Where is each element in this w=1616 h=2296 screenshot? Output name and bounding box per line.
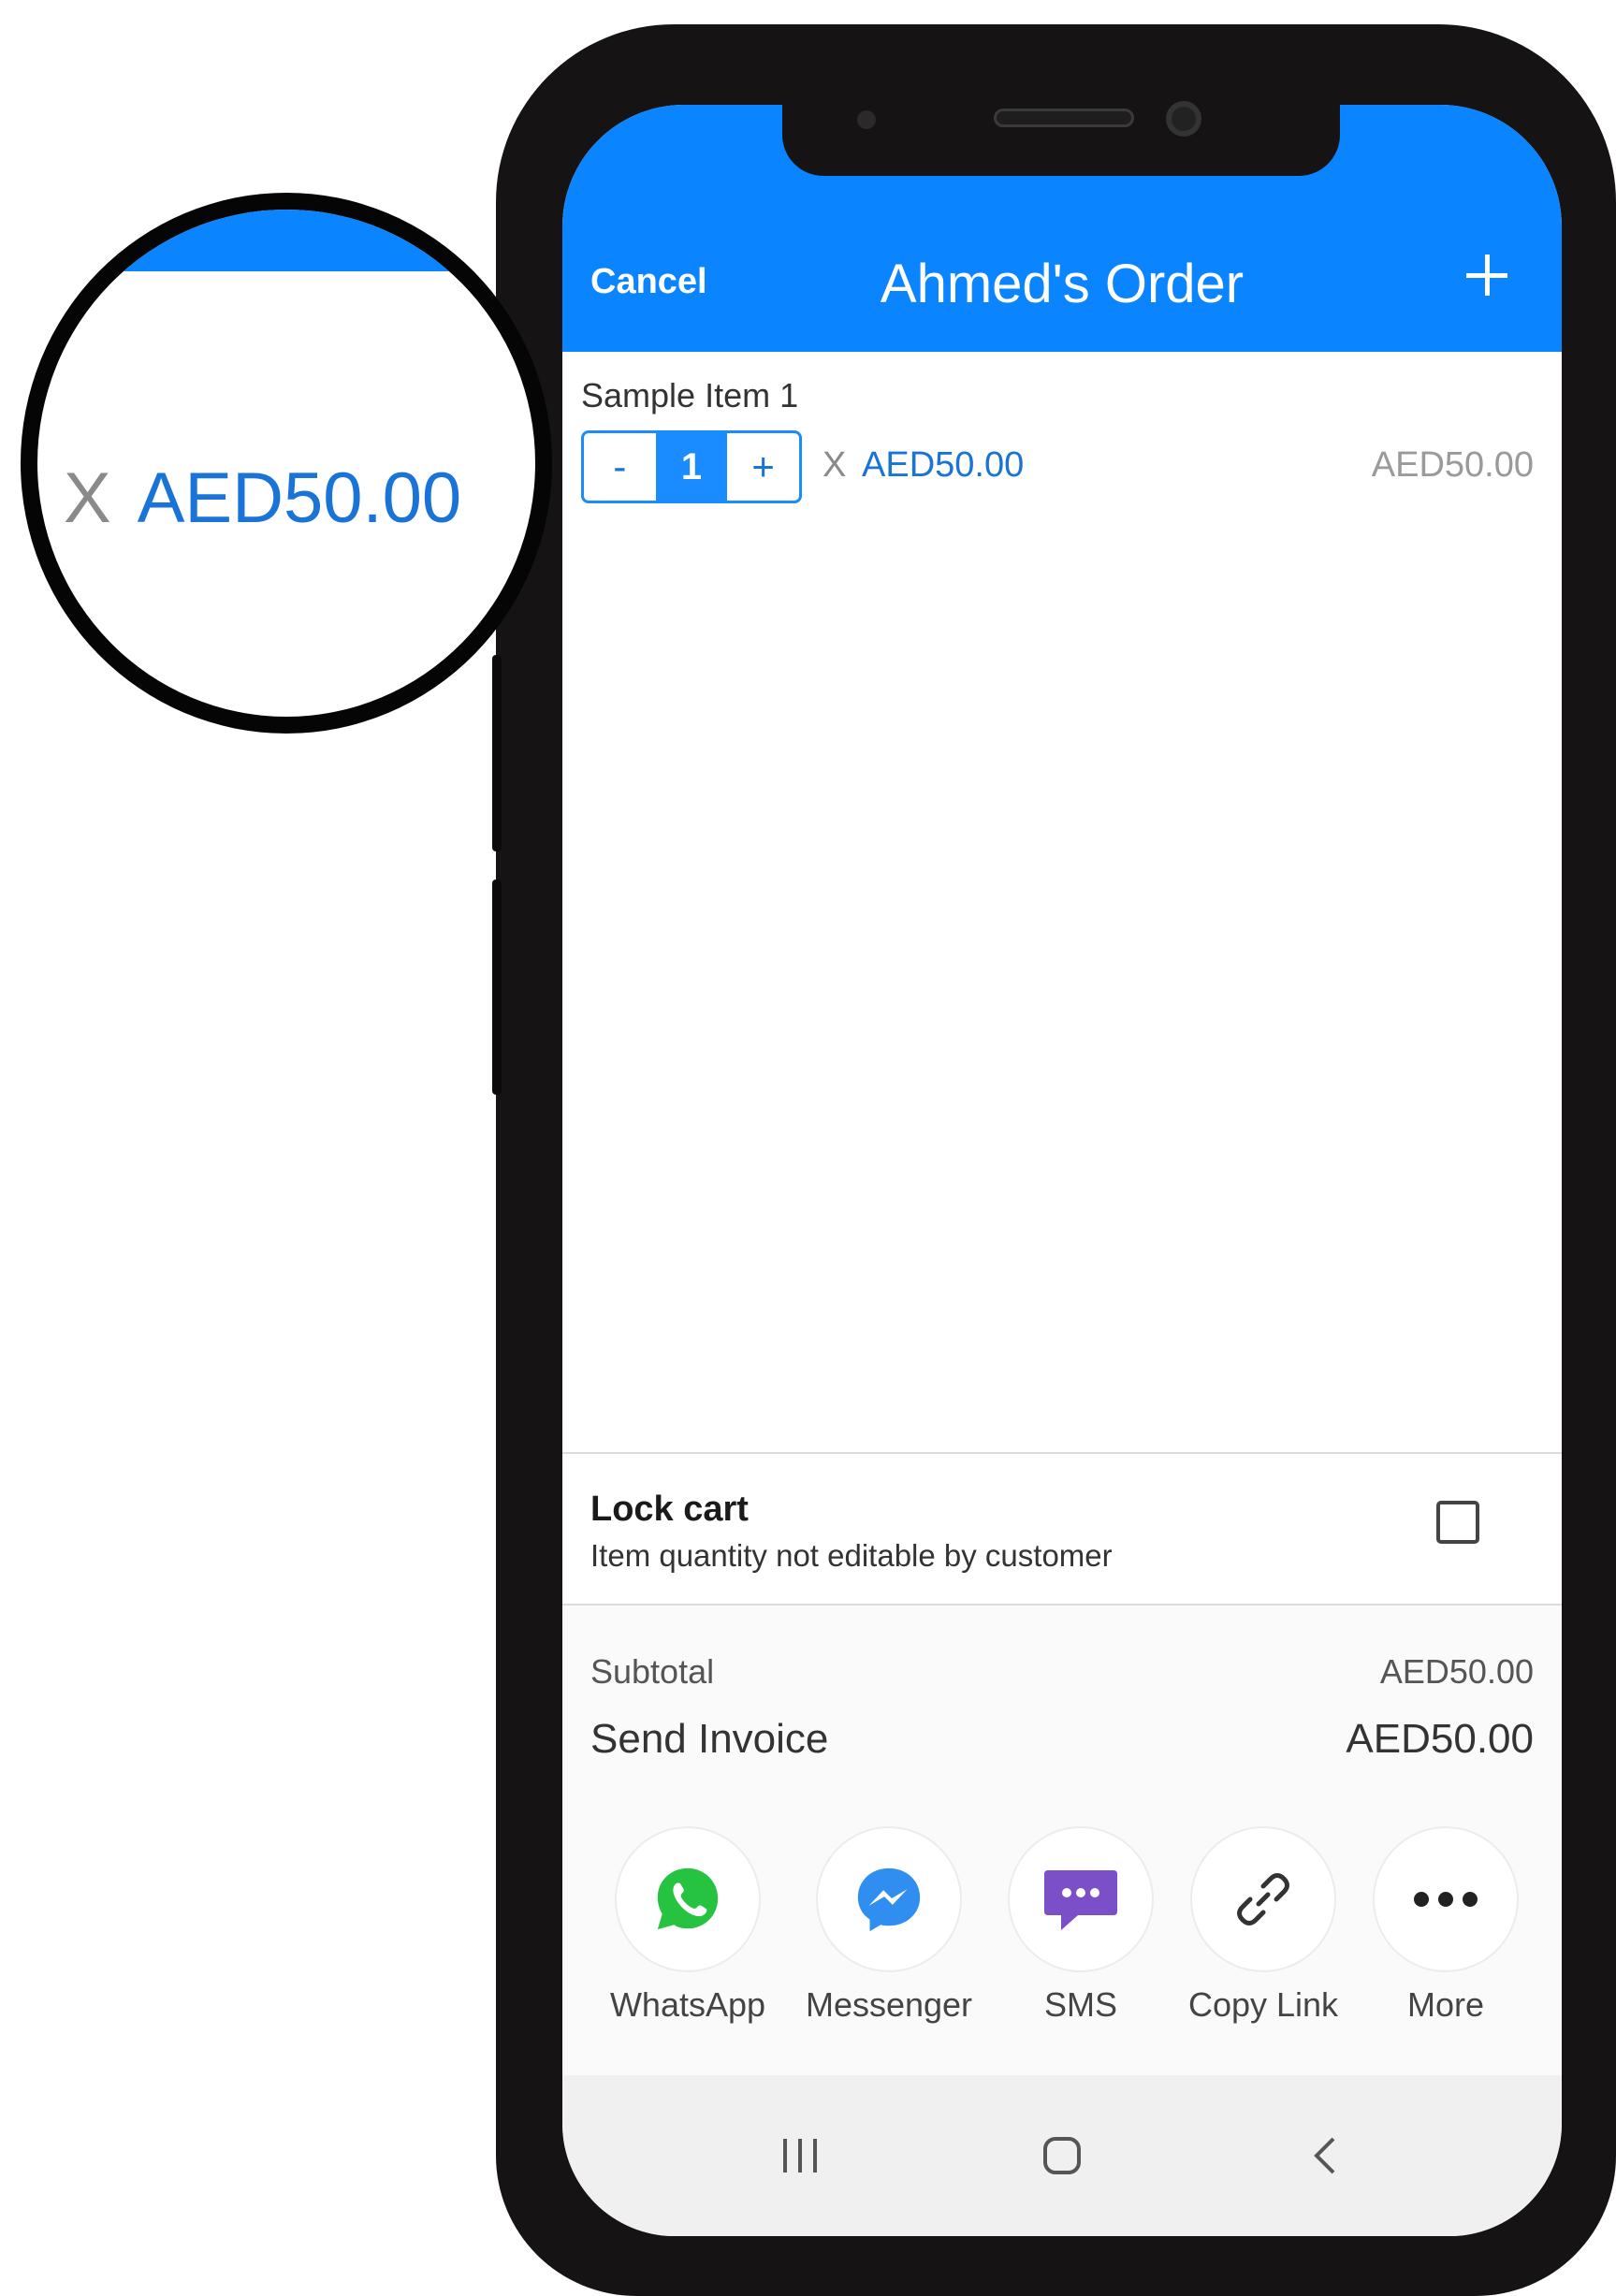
decrease-button[interactable]: - bbox=[584, 433, 656, 501]
share-circle bbox=[1190, 1826, 1336, 1972]
zoomed-multiply-symbol: X bbox=[64, 458, 111, 538]
increase-button[interactable]: + bbox=[727, 433, 799, 501]
share-sms-button[interactable]: SMS bbox=[987, 1826, 1174, 2025]
share-label: SMS bbox=[1043, 1985, 1117, 2024]
zoom-callout: X AED50.00 bbox=[21, 193, 552, 734]
home-icon[interactable] bbox=[1025, 2126, 1099, 2186]
sensor-dot bbox=[857, 110, 876, 129]
checkout-panel: Subtotal AED50.00 Send Invoice AED50.00 … bbox=[562, 1606, 1562, 2075]
quantity-value[interactable]: 1 bbox=[655, 433, 728, 501]
send-invoice-label: Send Invoice bbox=[590, 1716, 829, 1762]
share-circle bbox=[615, 1826, 761, 1972]
scene: Cancel Ahmed's Order Sample Item 1 - 1 +… bbox=[0, 0, 1616, 2296]
invoice-total: AED50.00 bbox=[1346, 1716, 1534, 1762]
item-name: Sample Item 1 bbox=[581, 376, 799, 414]
line-total: AED50.00 bbox=[1371, 445, 1534, 485]
share-options: WhatsApp Messenger SMS Copy Link More bbox=[562, 1826, 1562, 2032]
quantity-stepper: - 1 + bbox=[581, 430, 802, 503]
recents-icon[interactable] bbox=[763, 2126, 837, 2186]
share-circle bbox=[1373, 1826, 1519, 1972]
share-circle bbox=[1008, 1826, 1154, 1972]
share-whatsapp-button[interactable]: WhatsApp bbox=[594, 1826, 781, 2025]
share-label: WhatsApp bbox=[609, 1985, 766, 2024]
subtotal-label: Subtotal bbox=[590, 1652, 715, 1691]
zoomed-unit-price: AED50.00 bbox=[137, 458, 462, 538]
share-label: Copy Link bbox=[1187, 1985, 1339, 2024]
messenger-icon bbox=[857, 1867, 921, 1932]
zoomed-price: X AED50.00 bbox=[64, 458, 461, 539]
unit-price[interactable]: AED50.00 bbox=[862, 445, 1024, 486]
phone-side-button bbox=[492, 879, 502, 1095]
subtotal-value: AED50.00 bbox=[1379, 1652, 1534, 1691]
multiply-symbol: X bbox=[823, 445, 847, 485]
sms-icon bbox=[1044, 1870, 1117, 1930]
whatsapp-icon bbox=[657, 1867, 719, 1930]
share-circle bbox=[816, 1826, 962, 1972]
phone-screen: Cancel Ahmed's Order Sample Item 1 - 1 +… bbox=[562, 105, 1562, 2236]
back-icon[interactable] bbox=[1287, 2126, 1361, 2186]
share-copy-link-button[interactable]: Copy Link bbox=[1170, 1826, 1357, 2025]
share-label: Messenger bbox=[805, 1985, 973, 2024]
lock-cart-title: Lock cart bbox=[590, 1489, 749, 1529]
earpiece-speaker bbox=[994, 109, 1134, 127]
plus-icon[interactable] bbox=[1463, 251, 1511, 299]
share-messenger-button[interactable]: Messenger bbox=[795, 1826, 983, 2025]
zoom-header-strip bbox=[37, 210, 535, 271]
share-label: More bbox=[1406, 1985, 1485, 2024]
lock-cart-checkbox[interactable] bbox=[1436, 1501, 1479, 1544]
lock-cart-description: Item quantity not editable by customer bbox=[590, 1538, 1113, 1573]
phone-side-button bbox=[492, 655, 502, 851]
share-more-button[interactable]: More bbox=[1352, 1826, 1539, 2025]
front-camera bbox=[1166, 101, 1201, 137]
phone-notch bbox=[782, 94, 1340, 176]
page-title: Ahmed's Order bbox=[880, 254, 1245, 314]
lock-cart-panel: Lock cart Item quantity not editable by … bbox=[562, 1452, 1562, 1606]
more-icon bbox=[1414, 1892, 1478, 1907]
system-nav-bar bbox=[562, 2075, 1562, 2236]
link-icon bbox=[1237, 1873, 1289, 1925]
